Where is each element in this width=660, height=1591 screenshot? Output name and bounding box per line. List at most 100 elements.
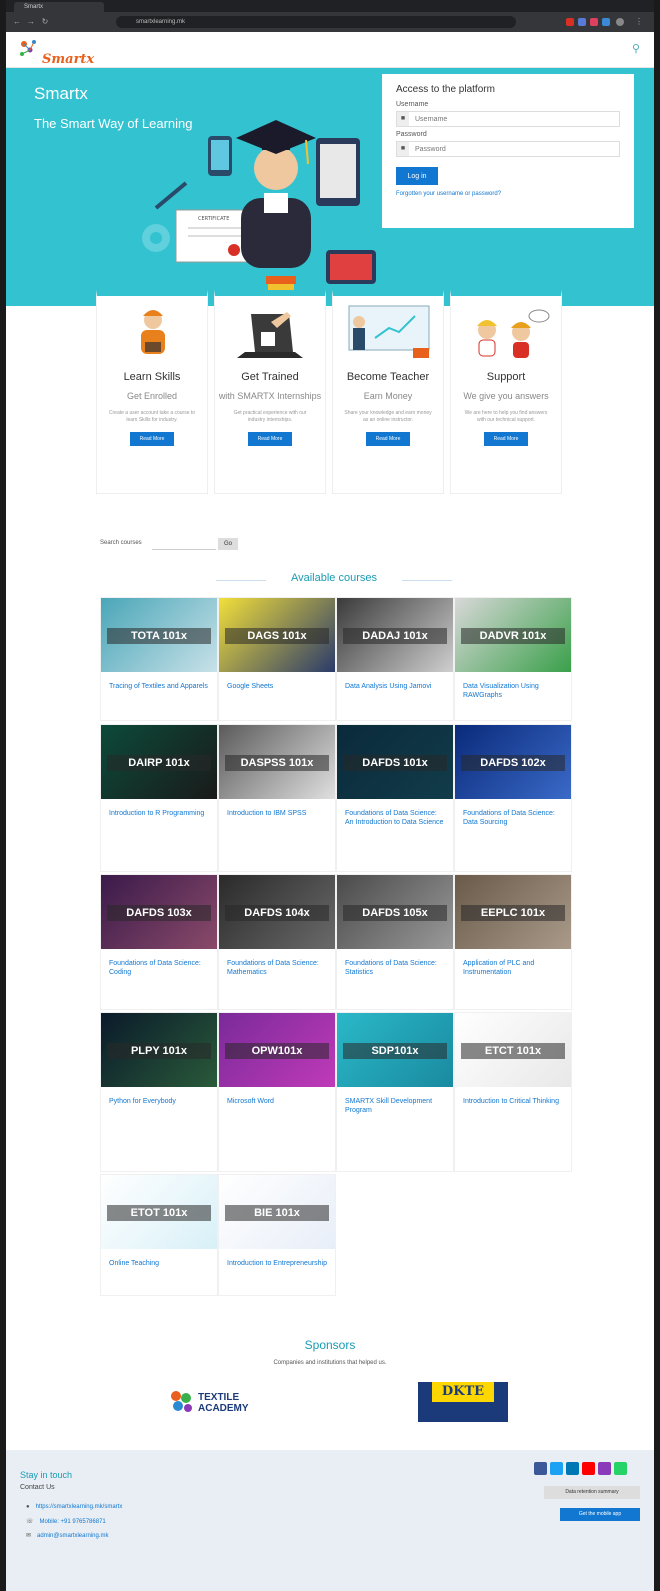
profile-icon[interactable] [616,18,624,26]
course-title-link[interactable]: Foundations of Data Science: Statistics [337,949,453,977]
extension-icon[interactable] [578,18,586,26]
course-thumbnail[interactable]: DASPSS 101x [219,725,335,799]
smartx-logo[interactable]: Smartx [16,36,94,67]
read-more-button[interactable]: Read More [248,432,292,446]
course-thumbnail[interactable]: DAGS 101x [219,598,335,672]
course-thumbnail[interactable]: BIE 101x [219,1175,335,1249]
read-more-button[interactable]: Read More [366,432,410,446]
phone-icon: ☏ [26,1519,34,1525]
twitter-icon[interactable] [550,1462,563,1475]
course-title-link[interactable]: SMARTX Skill Development Program [337,1087,453,1115]
course-thumbnail[interactable]: DAFDS 104x [219,875,335,949]
browser-tab[interactable]: Smartx [14,2,104,12]
course-title-link[interactable]: Online Teaching [101,1249,217,1268]
course-thumbnail[interactable]: OPW101x [219,1013,335,1087]
search-icon[interactable]: ⚲ [632,42,640,55]
course-title-link[interactable]: Data Analysis Using Jamovi [337,672,453,691]
search-courses-label: Search courses [100,540,142,546]
course-code: PLPY 101x [107,1043,211,1059]
dkte-logo[interactable]: DKTE [418,1382,508,1422]
course-title-link[interactable]: Application of PLC and Instrumentation [455,949,571,977]
search-go-button[interactable]: Go [218,538,238,550]
course-thumbnail[interactable]: DADAJ 101x [337,598,453,672]
course-card[interactable]: EEPLC 101x Application of PLC and Instrum… [454,874,572,1010]
course-card[interactable]: BIE 101x Introduction to Entrepreneurship [218,1174,336,1296]
whatsapp-icon[interactable] [614,1462,627,1475]
course-code: DAFDS 103x [107,905,211,921]
course-title-link[interactable]: Data Visualization Using RAWGraphs [455,672,571,700]
course-code: EEPLC 101x [461,905,565,921]
course-thumbnail[interactable]: DAFDS 101x [337,725,453,799]
course-title-link[interactable]: Google Sheets [219,672,335,691]
username-field[interactable]: ■ Username [396,111,620,127]
back-icon[interactable]: ← [12,17,22,27]
course-title-link[interactable]: Introduction to Critical Thinking [455,1087,571,1106]
course-thumbnail[interactable]: DAFDS 102x [455,725,571,799]
menu-icon[interactable]: ⋮ [634,17,644,27]
textile-academy-logo[interactable]: TEXTILE ACADEMY [166,1386,292,1416]
course-thumbnail[interactable]: DAFDS 105x [337,875,453,949]
course-title-link[interactable]: Introduction to IBM SPSS [219,799,335,818]
course-thumbnail[interactable]: PLPY 101x [101,1013,217,1087]
course-title-link[interactable]: Foundations of Data Science: Mathematics [219,949,335,977]
course-card[interactable]: DAFDS 104x Foundations of Data Science: M… [218,874,336,1010]
course-card[interactable]: DAFDS 102x Foundations of Data Science: D… [454,724,572,872]
course-thumbnail[interactable]: DADVR 101x [455,598,571,672]
course-card[interactable]: ETCT 101x Introduction to Critical Thinki… [454,1012,572,1172]
facebook-icon[interactable] [534,1462,547,1475]
browser-window: Smartx ← → ↻ smartxlearning.mk ⋮ Smartx … [6,0,654,1591]
email-link[interactable]: ✉ admin@smartxlearning.mk [26,1532,108,1539]
password-field[interactable]: ■ Password [396,141,620,157]
course-card[interactable]: DAGS 101x Google Sheets [218,597,336,721]
course-title-link[interactable]: Introduction to R Programming [101,799,217,818]
course-title-link[interactable]: Foundations of Data Science: An Introduc… [337,799,453,827]
forgot-password-link[interactable]: Forgotten your username or password? [396,191,620,197]
instagram-icon[interactable] [598,1462,611,1475]
mobile-app-button[interactable]: Get the mobile app [560,1508,640,1521]
course-thumbnail[interactable]: DAIRP 101x [101,725,217,799]
textile-logo-mark-icon [171,1391,192,1412]
course-title-link[interactable]: Foundations of Data Science: Coding [101,949,217,977]
course-thumbnail[interactable]: ETCT 101x [455,1013,571,1087]
youtube-icon[interactable] [582,1462,595,1475]
course-title-link[interactable]: Foundations of Data Science: Data Sourci… [455,799,571,827]
course-card[interactable]: DAIRP 101x Introduction to R Programming [100,724,218,872]
course-title-link[interactable]: Microsoft Word [219,1087,335,1106]
course-card[interactable]: DAFDS 105x Foundations of Data Science: S… [336,874,454,1010]
forward-icon[interactable]: → [26,17,36,27]
course-thumbnail[interactable]: ETOT 101x [101,1175,217,1249]
extension-icon[interactable] [602,18,610,26]
website-link[interactable]: ● https://smartxlearning.mk/smartx [26,1504,122,1510]
course-thumbnail[interactable]: DAFDS 103x [101,875,217,949]
course-title-link[interactable]: Introduction to Entrepreneurship [219,1249,335,1268]
extension-icon[interactable] [590,18,598,26]
course-card[interactable]: OPW101x Microsoft Word [218,1012,336,1172]
course-thumbnail[interactable]: SDP101x [337,1013,453,1087]
course-thumbnail[interactable]: EEPLC 101x [455,875,571,949]
course-card[interactable]: DADVR 101x Data Visualization Using RAWGr… [454,597,572,721]
read-more-button[interactable]: Read More [484,432,528,446]
course-card[interactable]: DADAJ 101x Data Analysis Using Jamovi [336,597,454,721]
search-courses-input[interactable] [152,538,216,550]
course-title-link[interactable]: Tracing of Textiles and Apparels [101,672,217,691]
extension-icon[interactable] [566,18,574,26]
course-card[interactable]: ETOT 101x Online Teaching [100,1174,218,1296]
phone-link[interactable]: ☏ Mobile: +91 9765786871 [26,1518,106,1525]
course-thumbnail[interactable]: TOTA 101x [101,598,217,672]
login-button[interactable]: Log in [396,167,438,185]
feature-card-become-teacher: Become Teacher Earn Money Share your kno… [332,290,444,494]
course-card[interactable]: TOTA 101x Tracing of Textiles and Apparel… [100,597,218,721]
data-retention-button[interactable]: Data retention summary [544,1486,640,1499]
course-card[interactable]: PLPY 101x Python for Everybody [100,1012,218,1172]
course-card[interactable]: DAFDS 101x Foundations of Data Science: A… [336,724,454,872]
course-card[interactable]: DAFDS 103x Foundations of Data Science: C… [100,874,218,1010]
reload-icon[interactable]: ↻ [40,17,50,27]
course-card[interactable]: SDP101x SMARTX Skill Development Program [336,1012,454,1172]
read-more-button[interactable]: Read More [130,432,174,446]
course-title-link[interactable]: Python for Everybody [101,1087,217,1106]
address-bar[interactable]: smartxlearning.mk [116,16,516,28]
course-card[interactable]: DASPSS 101x Introduction to IBM SPSS [218,724,336,872]
linkedin-icon[interactable] [566,1462,579,1475]
feature-title: Get Trained [241,371,299,383]
feature-description: Create a user account take a course to l… [108,410,196,423]
